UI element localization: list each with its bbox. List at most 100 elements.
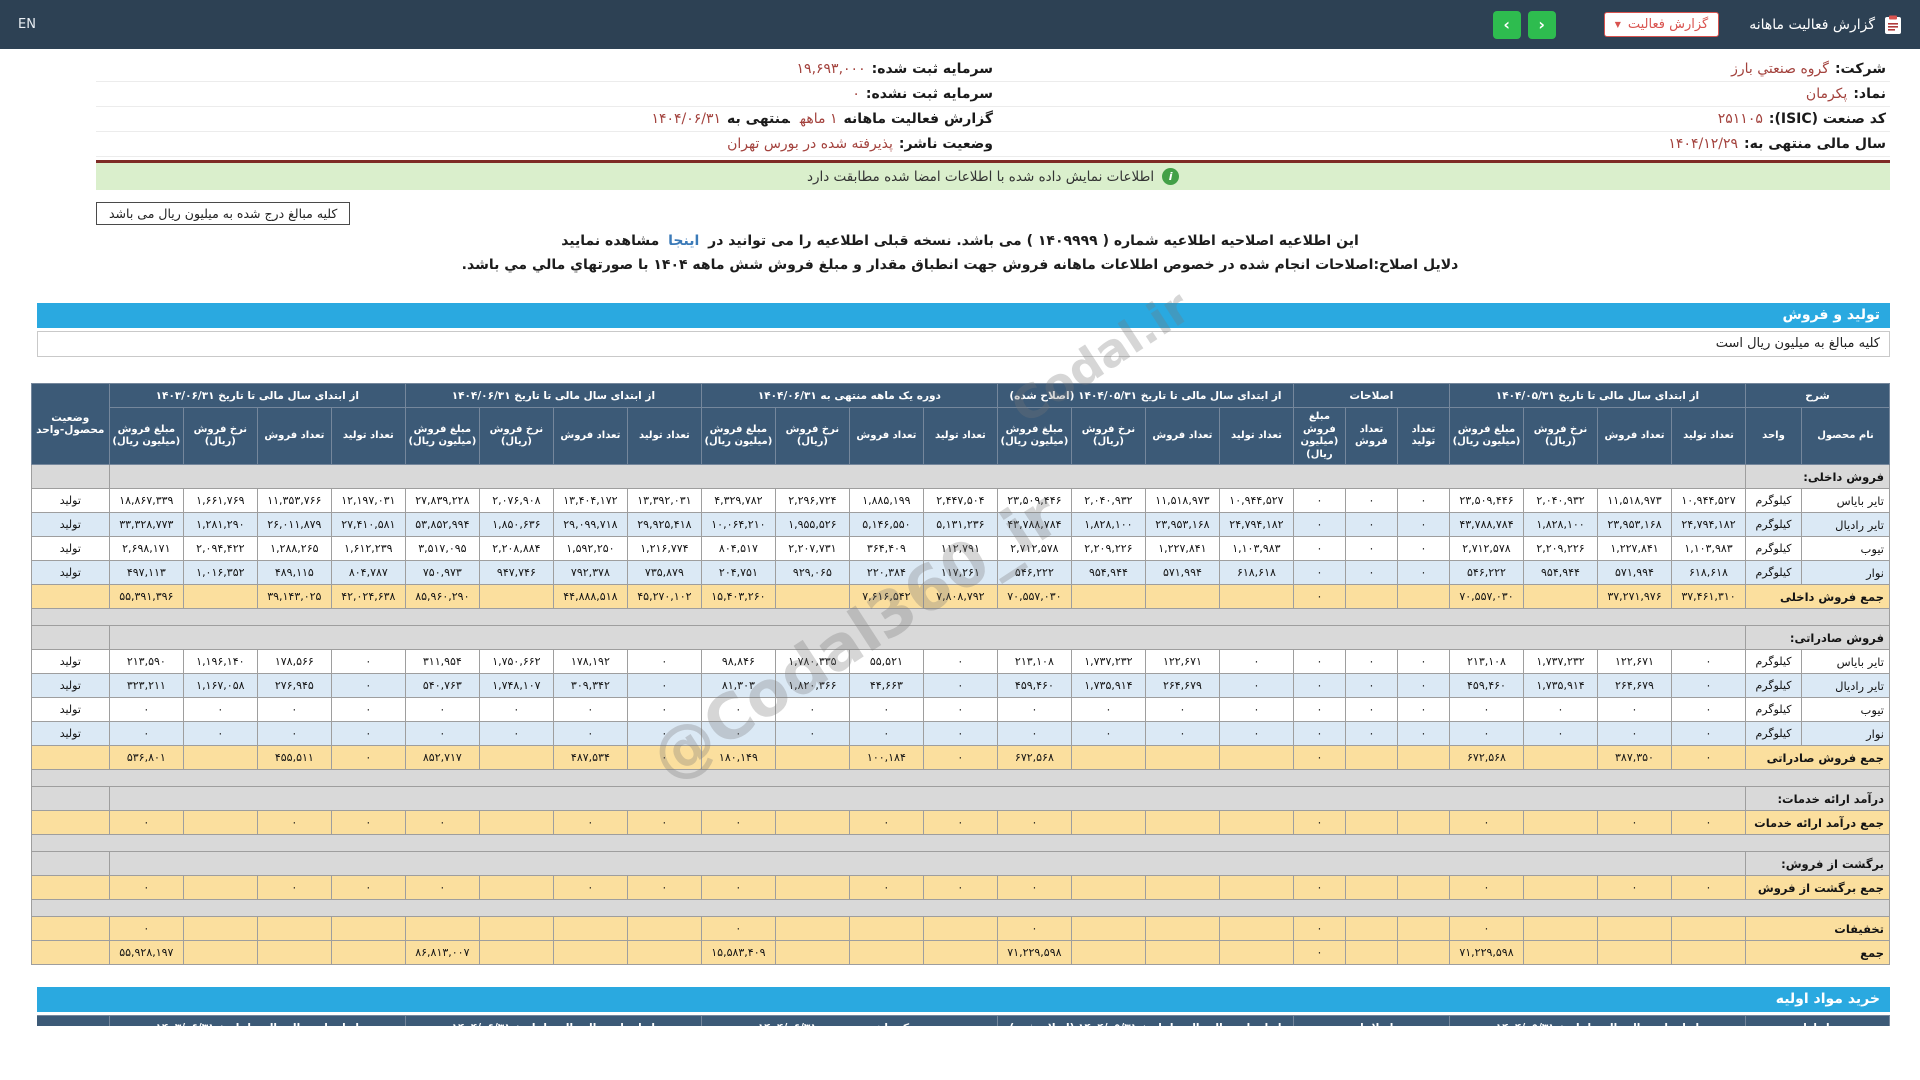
cell: ۳۸۷,۳۵۰ (1597, 745, 1672, 770)
metric-column-header: نرخ فروش (ریال) (1523, 407, 1598, 465)
cell: ۰ (256, 697, 332, 722)
cell (30, 875, 110, 900)
cell: ۲,۰۹۴,۴۲۲ (182, 536, 258, 561)
cell: ۳۷,۲۷۱,۹۷۶ (1597, 584, 1672, 609)
data-row: نوار کیلوگرم ۰ ۰ ۰ ۰ ۰ ۰ ۰ ۰ ۰ ۰ ۰ ۰ ۰ ۰ ۰ ۰ ۰ ۰ ۰ ۰ ۰ ۰ ۰ تولید (30, 721, 1890, 746)
cell: ۰ (1523, 721, 1598, 746)
cell (330, 916, 406, 941)
metric-column-header: نرخ فروش (ریال) (182, 407, 258, 465)
amendment-note: این اطلاعیه اصلاحیه اطلاعیه شماره ( ۱۴۰۹… (120, 233, 1800, 249)
info-value: ۱۴۰۴/۰۶/۳۱ (651, 111, 722, 127)
cell: ۱,۷۸۰,۳۳۵ (774, 649, 850, 674)
cell: ۱,۲۸۸,۲۶۵ (256, 536, 332, 561)
cell: تایر رادیال (1801, 512, 1890, 537)
info-value: ۱۴۰۴/۱۲/۲۹ (1668, 136, 1738, 152)
cell (1396, 584, 1450, 609)
cell: ۱,۸۲۸,۱۰۰ (1070, 512, 1146, 537)
cell: ۷,۶۱۶,۵۴۲ (848, 584, 924, 609)
metric-column-header: تعداد فروش (1597, 407, 1672, 465)
cell: ۰ (626, 697, 702, 722)
cell: ۰ (700, 697, 776, 722)
cell: ۰ (1292, 536, 1346, 561)
status-column-header: وضعیت محصول-واحد (30, 383, 110, 465)
cell: ۰ (256, 875, 332, 900)
cell: ۰ (1597, 721, 1672, 746)
cell (922, 940, 998, 965)
metric-column-header: تعداد تولید (1218, 407, 1294, 465)
cell: ۲۶,۰۱۱,۸۷۹ (256, 512, 332, 537)
cell: ۷۳۵,۸۷۹ (626, 560, 702, 585)
cell: ۸۵۲,۷۱۷ (404, 745, 480, 770)
cell: ۰ (1144, 721, 1220, 746)
cell: ۸۰۴,۷۸۷ (330, 560, 406, 585)
cell: ۵,۱۳۱,۲۳۶ (922, 512, 998, 537)
cell: ۲,۴۴۷,۵۰۴ (922, 488, 998, 513)
amendment-text: این اطلاعیه اصلاحیه اطلاعیه شماره ( ۱۴۰۹… (708, 233, 1359, 249)
cell (182, 584, 258, 609)
cell (1070, 745, 1146, 770)
cell: ۰ (1292, 875, 1346, 900)
cell: ۹۵۴,۹۴۴ (1523, 560, 1598, 585)
cell: جمع درآمد ارائه خدمات (1745, 810, 1890, 835)
report-type-dropdown[interactable]: گزارش فعالیت ▼ (1603, 12, 1720, 37)
metric-column-header: نرخ فروش (ریال) (774, 407, 850, 465)
cell: ۱,۷۳۵,۹۱۴ (1523, 673, 1598, 698)
cell: ۰ (626, 721, 702, 746)
cell: ۰ (1597, 697, 1672, 722)
cell (478, 584, 554, 609)
period-group-header: از ابتدای سال مالی تا تاریخ ۱۴۰۳/۰۶/۳۱ (108, 1015, 406, 1026)
cell (1344, 745, 1398, 770)
cell: ۹۸,۸۴۶ (700, 649, 776, 674)
cell: ۰ (330, 697, 406, 722)
cell: ۱,۶۶۱,۷۶۹ (182, 488, 258, 513)
cell: ۸۰۴,۵۱۷ (700, 536, 776, 561)
metric-column-header: تعداد تولید (626, 407, 702, 465)
cell: ۳,۵۱۷,۰۹۵ (404, 536, 480, 561)
cell: ۱,۷۳۷,۲۳۲ (1523, 649, 1598, 674)
cell (1144, 940, 1220, 965)
cell: ۱۲۲,۶۷۱ (1144, 649, 1220, 674)
cell: ۱۸,۸۶۷,۳۳۹ (108, 488, 184, 513)
top-navbar: گزارش فعالیت ماهانه گزارش فعالیت ▼ › ‹ E… (0, 0, 1920, 49)
cell (1396, 875, 1450, 900)
cell: ۲۷,۴۱۰,۵۸۱ (330, 512, 406, 537)
sum-row: جمع درآمد ارائه خدمات ۰ ۰ ۰ ۰ ۰ ۰ ۰ ۰ ۰ ۰ ۰ ۰ ۰ ۰ (30, 810, 1890, 835)
cell (774, 810, 850, 835)
cell: جمع فروش داخلی (1745, 584, 1890, 609)
language-toggle[interactable]: EN (18, 17, 36, 32)
cell (1597, 940, 1672, 965)
cell: تولید (30, 560, 110, 585)
cell: ۲۳,۵۰۹,۴۴۶ (996, 488, 1072, 513)
cell (330, 940, 406, 965)
cell: ۰ (1671, 697, 1746, 722)
cell: جمع برگشت از فروش (1745, 875, 1890, 900)
cell (1218, 745, 1294, 770)
cell (478, 940, 554, 965)
cell: ۱,۲۲۷,۸۴۱ (1144, 536, 1220, 561)
cell (108, 625, 1747, 650)
cell: ۰ (848, 875, 924, 900)
cell: ۰ (1292, 560, 1346, 585)
production-sales-header: تولید و فروش (37, 303, 1890, 328)
data-row: تیوب کیلوگرم ۰ ۰ ۰ ۰ ۰ ۰ ۰ ۰ ۰ ۰ ۰ ۰ ۰ ۰ ۰ ۰ ۰ ۰ ۰ ۰ ۰ ۰ ۰ تولید (30, 697, 1890, 722)
cell: ۱,۵۹۲,۲۵۰ (552, 536, 628, 561)
cell: ۰ (552, 721, 628, 746)
next-announcement-button[interactable]: › (1527, 10, 1556, 39)
cell: برگشت از فروش: (1745, 851, 1890, 876)
info-icon: i (1162, 168, 1180, 185)
cell: ۰ (1344, 536, 1398, 561)
cell: ۱۲,۱۹۷,۰۳۱ (330, 488, 406, 513)
cell: جمع فروش صادراتی (1745, 745, 1890, 770)
cell (478, 916, 554, 941)
cell (1070, 875, 1146, 900)
cell: ۰ (848, 697, 924, 722)
previous-version-link[interactable]: اینجا (668, 233, 699, 249)
cell: ۰ (552, 810, 628, 835)
cell: ۲,۰۴۰,۹۳۲ (1523, 488, 1598, 513)
cell: ۱,۲۱۶,۷۷۴ (626, 536, 702, 561)
metric-column-header: مبلغ فروش (میلیون ریال) (700, 407, 776, 465)
previous-announcement-button[interactable]: ‹ (1492, 10, 1521, 39)
cell: ۰ (996, 875, 1072, 900)
product-column-header: نام محصول (1801, 407, 1890, 465)
cell: ۰ (1344, 673, 1398, 698)
